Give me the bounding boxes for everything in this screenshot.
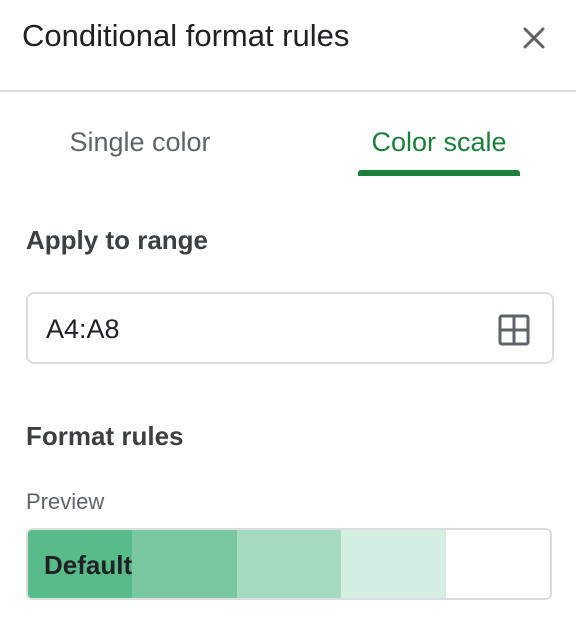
active-tab-indicator bbox=[358, 170, 520, 176]
color-scale-swatch bbox=[132, 530, 238, 598]
close-button[interactable] bbox=[516, 20, 552, 56]
close-icon bbox=[523, 27, 545, 49]
select-range-button[interactable] bbox=[498, 314, 530, 346]
format-type-tabs: Single color Color scale bbox=[0, 110, 576, 176]
range-field[interactable] bbox=[26, 292, 554, 364]
tab-single-color-label: Single color bbox=[69, 127, 211, 157]
conditional-format-panel: Conditional format rules Single color Co… bbox=[0, 0, 576, 630]
color-scale-swatch bbox=[445, 530, 550, 598]
panel-title: Conditional format rules bbox=[22, 18, 350, 53]
color-scale-swatch bbox=[341, 530, 447, 598]
panel-header: Conditional format rules bbox=[0, 0, 576, 92]
color-scale-preview[interactable]: Default bbox=[26, 528, 552, 600]
preview-default-text: Default bbox=[44, 550, 133, 580]
format-rules-label: Format rules bbox=[26, 421, 184, 451]
tab-color-scale[interactable]: Color scale bbox=[358, 110, 520, 176]
tab-color-scale-label: Color scale bbox=[371, 127, 507, 157]
preview-label: Preview bbox=[26, 489, 105, 514]
tab-single-color[interactable]: Single color bbox=[40, 110, 240, 176]
apply-to-range-label: Apply to range bbox=[26, 225, 209, 255]
color-scale-swatch bbox=[236, 530, 342, 598]
grid-select-icon bbox=[498, 314, 530, 346]
range-input[interactable] bbox=[46, 312, 486, 346]
